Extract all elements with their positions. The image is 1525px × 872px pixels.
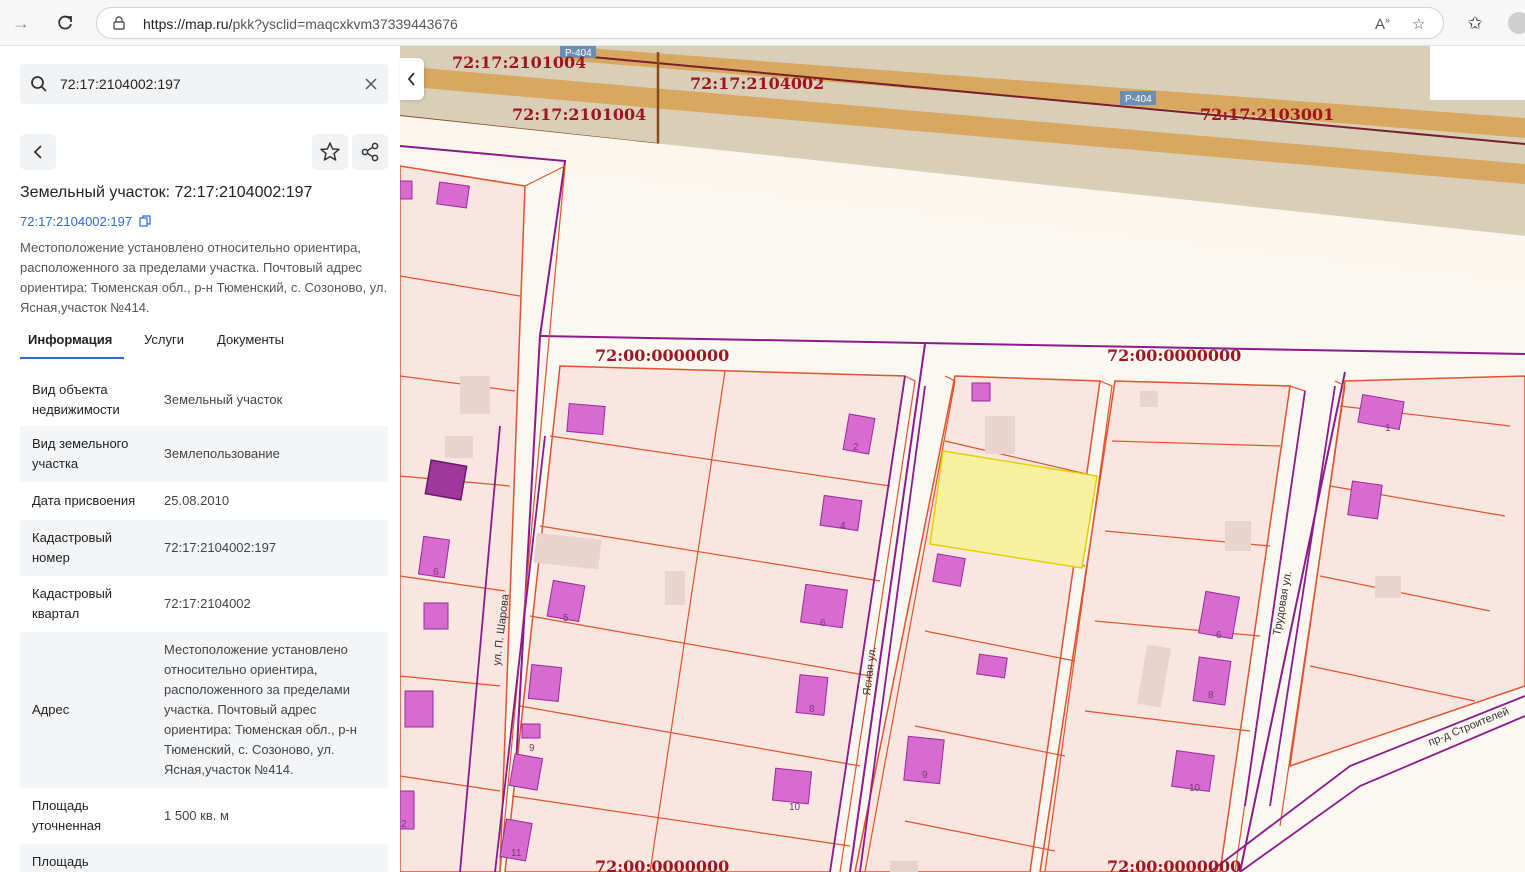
table-row: Площадь уточненная 1 500 кв. м xyxy=(20,788,388,844)
chevron-left-icon xyxy=(407,72,415,86)
cadastral-label: 72:00:0000000 xyxy=(1107,346,1241,365)
tab-documents[interactable]: Документы xyxy=(217,332,284,347)
tab-info[interactable]: Информация xyxy=(28,332,112,347)
browser-toolbar: → https://map.ru/pkk?ysclid=maqcxkvm3733… xyxy=(0,0,1525,46)
tabs: Информация Услуги Документы xyxy=(20,330,388,360)
row-label: Вид объекта недвижимости xyxy=(32,382,120,417)
copy-icon[interactable] xyxy=(139,215,151,227)
cadastral-label: 72:17:2101004 xyxy=(512,105,646,124)
search-input[interactable]: 72:17:2104002:197 xyxy=(60,76,181,92)
back-button[interactable] xyxy=(20,134,56,170)
cadastral-label: 72:17:2103001 xyxy=(1200,105,1334,124)
table-row: Вид земельного участка Землепользование xyxy=(20,426,388,482)
house-number: 5 xyxy=(563,613,569,624)
table-row: Кадастровый квартал 72:17:2104002 xyxy=(20,576,388,632)
house-number: 9 xyxy=(529,743,535,754)
row-label: Кадастровый квартал xyxy=(32,586,113,621)
table-row: Кадастровый номер 72:17:2104002:197 xyxy=(20,520,388,576)
cadastral-label: 72:00:0000000 xyxy=(1107,857,1241,872)
house-number: 8 xyxy=(809,704,815,715)
cadastral-label: 72:17:2104002 xyxy=(690,74,824,93)
collapse-panel-button[interactable] xyxy=(400,58,424,100)
cadastral-label: 72:00:0000000 xyxy=(595,346,729,365)
house-number: 10 xyxy=(789,802,801,813)
reload-icon[interactable] xyxy=(52,10,78,36)
read-aloud-icon[interactable]: A» xyxy=(1375,15,1390,33)
house-number: 2 xyxy=(853,442,859,453)
map-blank xyxy=(1430,46,1525,100)
house-number: 11 xyxy=(511,848,522,859)
table-row: Адрес Местоположение установлено относит… xyxy=(20,632,388,788)
table-row: Площадь xyxy=(20,844,388,872)
share-button[interactable] xyxy=(352,134,388,170)
chevron-left-icon xyxy=(33,145,42,159)
forward-icon[interactable]: → xyxy=(8,10,34,36)
house-number: 6 xyxy=(433,567,439,578)
house-number: 2 xyxy=(401,819,407,830)
road-label: Р-404 xyxy=(1125,94,1152,105)
favorites-icon[interactable]: ✩ xyxy=(1462,10,1488,36)
house-number: 6 xyxy=(1216,630,1222,641)
house-number: 8 xyxy=(1208,690,1214,701)
cadastral-label: 72:00:0000000 xyxy=(595,857,729,872)
search-box[interactable]: 72:17:2104002:197 xyxy=(20,64,388,104)
row-label: Площадь xyxy=(32,854,89,869)
profile-avatar[interactable] xyxy=(1508,12,1525,34)
row-value: 72:17:2104002:197 xyxy=(164,540,277,555)
row-label: Кадастровый номер xyxy=(32,530,113,565)
row-value: 25.08.2010 xyxy=(164,493,230,508)
house-number: 1 xyxy=(1385,423,1391,434)
row-value: Местоположение установлено относительно … xyxy=(164,642,357,777)
tab-services[interactable]: Услуги xyxy=(144,332,184,347)
row-value: Землепользование xyxy=(164,446,280,461)
search-icon xyxy=(31,76,47,92)
table-row: Вид объекта недвижимости Земельный участ… xyxy=(20,372,388,426)
map-canvas[interactable]: Р-404 Р-404 72:17:2101004 72:17:2101004 … xyxy=(400,46,1525,872)
cadastral-map[interactable]: Р-404 Р-404 72:17:2101004 72:17:2101004 … xyxy=(400,46,1525,872)
info-panel: 72:17:2104002:197 Земельный участок: 72:… xyxy=(0,46,400,872)
row-value: Земельный участок xyxy=(164,392,283,407)
house-number: 4 xyxy=(840,521,846,532)
highlighted-building xyxy=(424,459,468,501)
share-icon xyxy=(361,142,379,162)
house-number: 10 xyxy=(1189,783,1201,794)
lock-icon xyxy=(112,16,126,30)
row-label: Вид земельного участка xyxy=(32,436,129,471)
info-table: Вид объекта недвижимости Земельный участ… xyxy=(20,372,388,872)
cadastral-link[interactable]: 72:17:2104002:197 xyxy=(20,214,151,229)
row-value: 1 500 кв. м xyxy=(164,808,229,823)
close-icon[interactable] xyxy=(365,78,377,90)
star-icon[interactable]: ☆ xyxy=(1412,15,1425,33)
row-label: Дата присвоения xyxy=(32,493,136,508)
page-title: Земельный участок: 72:17:2104002:197 xyxy=(20,184,313,201)
description: Местоположение установлено относительно … xyxy=(20,240,388,315)
address-bar[interactable]: https://map.ru/pkk?ysclid=maqcxkvm373394… xyxy=(96,7,1444,39)
cadastral-label: 72:17:2101004 xyxy=(452,53,586,72)
star-icon xyxy=(320,142,340,161)
table-row: Дата присвоения 25.08.2010 xyxy=(20,482,388,520)
house-number: 6 xyxy=(820,618,826,629)
house-number: 9 xyxy=(922,770,928,781)
favorite-button[interactable] xyxy=(312,134,348,170)
tab-underline xyxy=(20,357,124,359)
url-text: https://map.ru/pkk?ysclid=maqcxkvm373394… xyxy=(143,16,458,32)
row-value: 72:17:2104002 xyxy=(164,596,251,611)
row-label: Адрес xyxy=(32,702,70,717)
row-label: Площадь уточненная xyxy=(32,798,102,833)
